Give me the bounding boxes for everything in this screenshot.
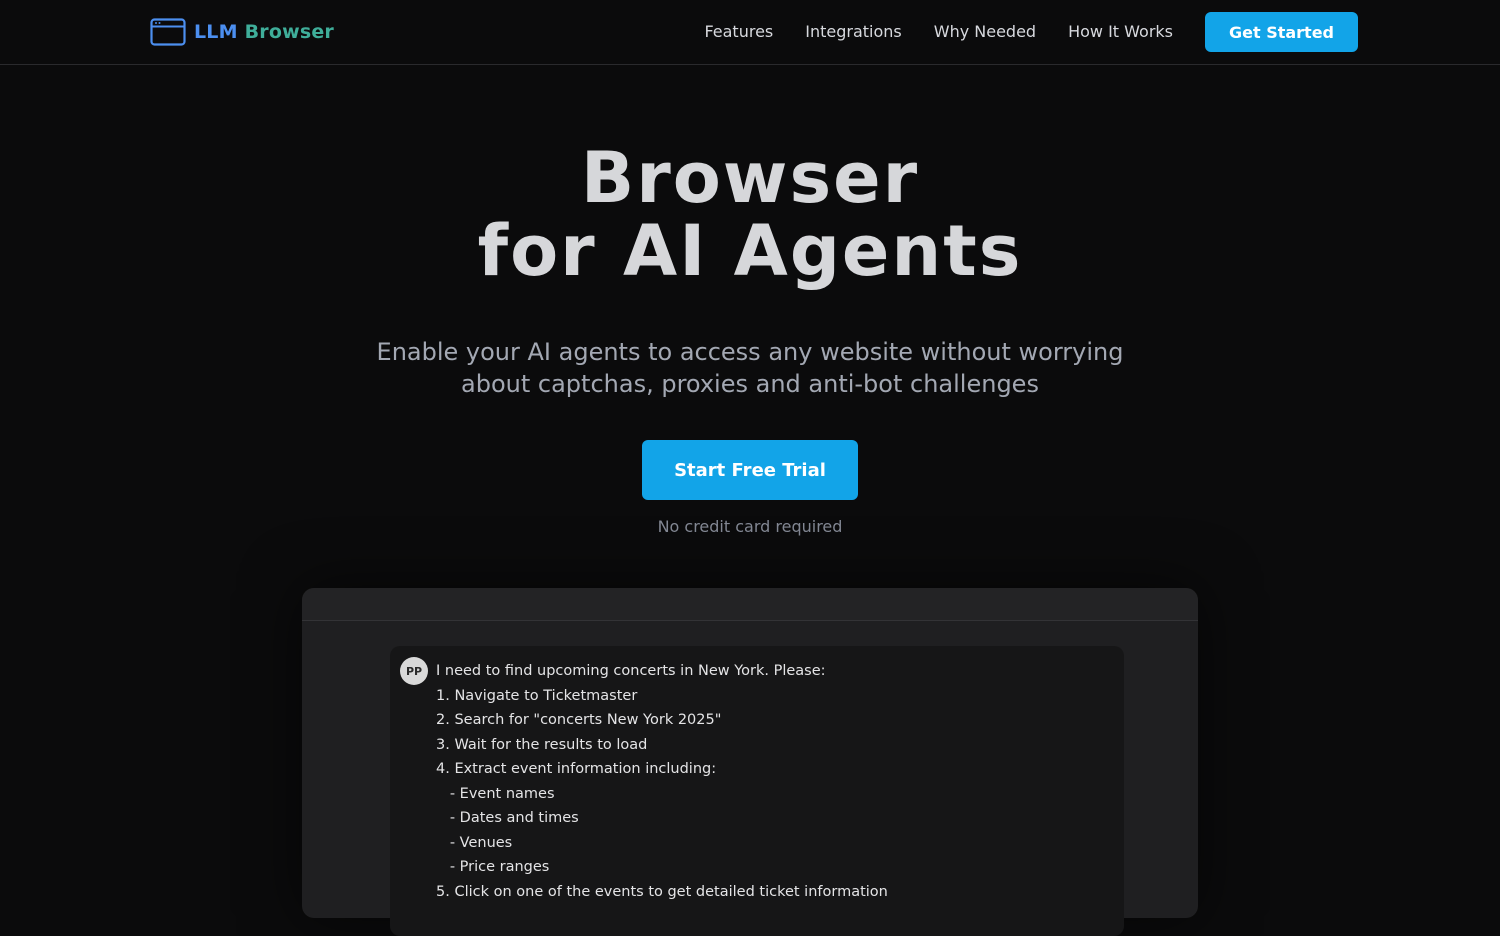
user-avatar: PP [400,657,428,685]
message-line: - Price ranges [436,859,550,875]
message-line: 2. Search for "concerts New York 2025" [436,712,722,728]
logo-text-llm: LLM [194,21,238,43]
hero-title: Browser for AI Agents [0,142,1500,288]
message-line: 5. Click on one of the events to get det… [436,883,888,900]
nav-link-integrations[interactable]: Integrations [805,20,902,44]
message-line: I need to find upcoming concerts in New … [436,663,826,679]
logo-text-browser: Browser [244,21,334,43]
top-navbar: LLM Browser Features Integrations Why Ne… [0,0,1500,65]
get-started-button[interactable]: Get Started [1205,12,1358,52]
logo-text: LLM Browser [194,21,334,43]
browser-window-icon [150,18,186,46]
message-line: 1. Navigate to Ticketmaster [436,687,638,704]
nav-link-why-needed[interactable]: Why Needed [934,20,1036,44]
chat-message: I need to find upcoming concerts in New … [436,659,1106,904]
hero-subtitle: Enable your AI agents to access any webs… [350,336,1150,400]
message-line: 4. Extract event information including: [436,761,717,777]
no-credit-card-note: No credit card required [657,517,843,536]
hero-subtitle-line1: Enable your AI agents to access any webs… [376,338,1124,366]
nav-link-features[interactable]: Features [704,20,773,44]
hero-title-line1: Browser [580,137,920,219]
hero-subtitle-line2: about captchas, proxies and anti-bot cha… [461,370,1039,398]
demo-window: PP I need to find upcoming concerts in N… [302,588,1198,936]
message-line: - Event names [436,785,555,802]
start-free-trial-button[interactable]: Start Free Trial [642,440,858,500]
message-line: 3. Wait for the results to load [436,736,648,753]
message-line: - Dates and times [436,810,579,826]
logo[interactable]: LLM Browser [150,17,334,47]
hero-title-line2: for AI Agents [477,210,1023,292]
chat-panel: PP I need to find upcoming concerts in N… [390,646,1124,936]
nav-links: Features Integrations Why Needed How It … [704,20,1173,44]
demo-window-titlebar [302,588,1198,621]
nav-link-how-it-works[interactable]: How It Works [1068,20,1173,44]
message-line: - Venues [436,834,513,851]
